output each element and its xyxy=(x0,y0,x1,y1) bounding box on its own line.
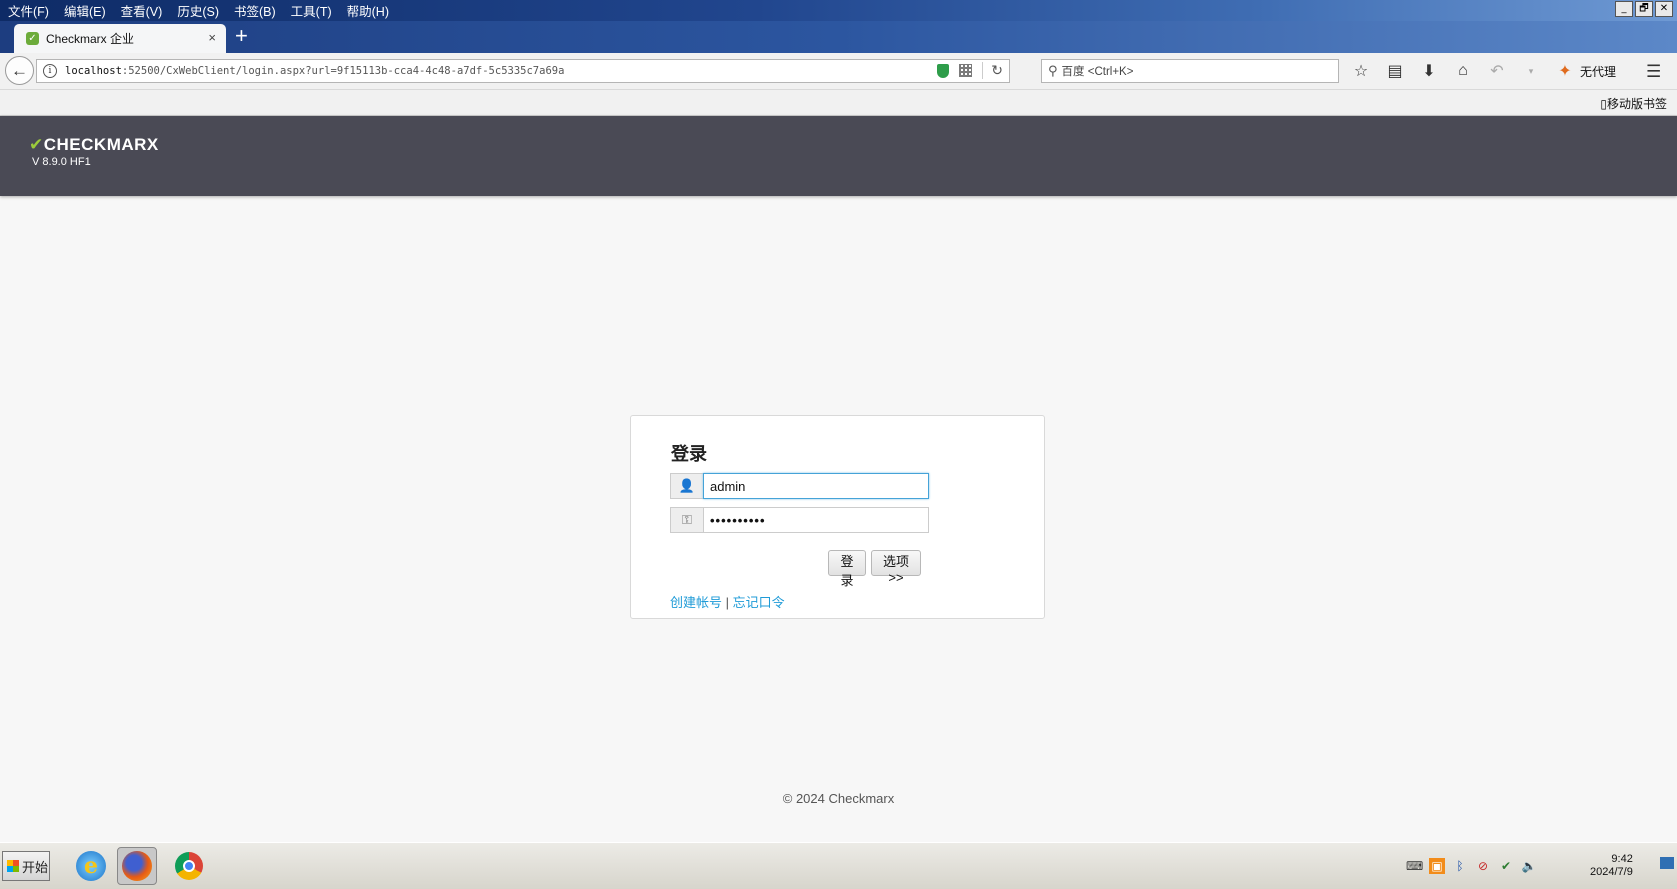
user-icon: 👤 xyxy=(670,473,703,499)
checkmarx-favicon-icon: ✓ xyxy=(26,32,39,45)
username-input[interactable] xyxy=(703,473,929,499)
search-bar[interactable]: ⚲ 百度 <Ctrl+K> xyxy=(1041,59,1339,83)
checkmarx-logo: ✔CHECKMARX xyxy=(29,135,159,155)
login-panel: 登录 👤 ⚿ 登录 选项>> 创建帐号 | 忘记口令 xyxy=(630,415,1045,619)
bookmark-star-icon[interactable]: ☆ xyxy=(1352,61,1370,81)
proxy-fox-icon[interactable]: ✦ xyxy=(1556,61,1574,81)
undo-icon[interactable]: ↶ xyxy=(1488,61,1506,81)
url-path: :52500/CxWebClient/login.aspx?url=9f1511… xyxy=(121,65,565,77)
windows-flag-icon xyxy=(7,860,19,872)
key-icon: ⚿ xyxy=(670,507,703,533)
home-icon[interactable]: ⌂ xyxy=(1454,62,1472,80)
search-placeholder: 百度 <Ctrl+K> xyxy=(1061,66,1134,78)
window-controls: _ 🗗 ✕ xyxy=(1615,1,1673,17)
start-label: 开始 xyxy=(22,859,49,875)
minimize-button[interactable]: _ xyxy=(1615,1,1633,17)
menu-help[interactable]: 帮助(H) xyxy=(347,1,389,20)
tab-checkmarx[interactable]: ✓ Checkmarx 企业 × xyxy=(14,24,226,53)
password-group: ⚿ xyxy=(670,507,929,533)
internet-explorer-icon: e xyxy=(76,851,106,881)
chrome-icon xyxy=(175,852,203,880)
back-arrow-icon: ← xyxy=(11,61,28,80)
tab-close-icon[interactable]: × xyxy=(208,30,216,45)
taskbar: 开始 e ⌨ ▣ ᛒ ⊘ ✔ 🔈 9:42 2024/7/9 xyxy=(0,842,1677,889)
logo-text: CHECKMARX xyxy=(43,135,159,154)
url-host: localhost xyxy=(65,65,122,77)
forgot-password-link[interactable]: 忘记口令 xyxy=(733,595,785,610)
version-label: V 8.9.0 HF1 xyxy=(32,156,91,168)
close-window-button[interactable]: ✕ xyxy=(1655,1,1673,17)
account-links: 创建帐号 | 忘记口令 xyxy=(670,592,785,611)
login-title: 登录 xyxy=(671,444,707,464)
clock-time: 9:42 xyxy=(1611,853,1633,865)
tab-title: Checkmarx 企业 xyxy=(46,32,135,46)
show-desktop-icon[interactable] xyxy=(1660,857,1674,869)
network-blocked-icon[interactable]: ⊘ xyxy=(1475,858,1491,874)
keyboard-icon[interactable]: ⌨ xyxy=(1406,858,1423,874)
mobile-phone-icon: ▯ xyxy=(1600,97,1607,111)
download-icon[interactable]: ⬇ xyxy=(1420,61,1438,81)
system-clock[interactable]: 9:42 2024/7/9 xyxy=(1590,853,1633,879)
login-button[interactable]: 登录 xyxy=(828,550,866,588)
menu-bar: 文件(F) 编辑(E) 查看(V) 历史(S) 书签(B) 工具(T) 帮助(H… xyxy=(0,0,1677,21)
search-icon: ⚲ xyxy=(1048,63,1058,78)
logo-check-icon: ✔ xyxy=(29,135,44,154)
reading-list-icon[interactable]: ▤ xyxy=(1386,61,1404,81)
copyright-footer: © 2024 Checkmarx xyxy=(782,791,895,806)
mobile-bookmarks-label: 移动版书签 xyxy=(1606,97,1667,111)
hamburger-menu-icon[interactable]: ☰ xyxy=(1646,62,1661,82)
firefox-icon xyxy=(122,851,152,881)
url-bar[interactable]: i localhost :52500/CxWebClient/login.asp… xyxy=(36,59,1010,83)
taskbar-ie[interactable]: e xyxy=(71,847,111,885)
bookmarks-bar: ▯移动版书签 xyxy=(0,90,1677,116)
clock-date: 2024/7/9 xyxy=(1590,866,1633,878)
app-header: ✔CHECKMARX V 8.9.0 HF1 xyxy=(0,116,1677,196)
qr-code-icon[interactable] xyxy=(959,64,973,77)
options-button[interactable]: 选项>> xyxy=(871,550,921,585)
menu-view[interactable]: 查看(V) xyxy=(121,1,163,20)
toolbar-icons: ☆ ▤ ⬇ ⌂ ↶ ▾ ✦ xyxy=(1352,61,1574,81)
dropdown-icon[interactable]: ▾ xyxy=(1522,66,1540,77)
new-tab-button[interactable]: + xyxy=(235,23,248,49)
bluetooth-icon[interactable]: ᛒ xyxy=(1452,858,1468,874)
create-account-link[interactable]: 创建帐号 xyxy=(670,595,722,610)
tab-strip: ✓ Checkmarx 企业 × + xyxy=(0,21,1677,53)
system-tray: ⌨ ▣ ᛒ ⊘ ✔ 🔈 xyxy=(1406,843,1537,889)
menu-history[interactable]: 历史(S) xyxy=(177,1,219,20)
menu-edit[interactable]: 编辑(E) xyxy=(64,1,106,20)
site-info-icon[interactable]: i xyxy=(43,64,57,78)
back-button[interactable]: ← xyxy=(5,56,34,85)
start-button[interactable]: 开始 xyxy=(2,851,50,881)
taskbar-firefox[interactable] xyxy=(117,847,157,885)
menu-tools[interactable]: 工具(T) xyxy=(291,1,332,20)
security-icon[interactable]: ✔ xyxy=(1498,858,1514,874)
proxy-label[interactable]: 无代理 xyxy=(1580,63,1616,80)
tray-app-icon[interactable]: ▣ xyxy=(1429,858,1445,874)
menu-bookmarks[interactable]: 书签(B) xyxy=(234,1,276,20)
shield-icon[interactable] xyxy=(937,63,950,78)
restore-button[interactable]: 🗗 xyxy=(1635,1,1653,17)
volume-icon[interactable]: 🔈 xyxy=(1521,858,1537,874)
username-group: 👤 xyxy=(670,473,929,499)
mobile-bookmarks-button[interactable]: ▯移动版书签 xyxy=(1600,95,1667,112)
reload-icon[interactable]: ↻ xyxy=(982,62,1003,79)
url-bar-icons: ↻ xyxy=(937,62,1003,79)
link-separator: | xyxy=(725,595,730,610)
taskbar-chrome[interactable] xyxy=(169,847,209,885)
navigation-bar: ← i localhost :52500/CxWebClient/login.a… xyxy=(0,53,1677,90)
menu-file[interactable]: 文件(F) xyxy=(8,1,49,20)
password-input[interactable] xyxy=(703,507,929,533)
